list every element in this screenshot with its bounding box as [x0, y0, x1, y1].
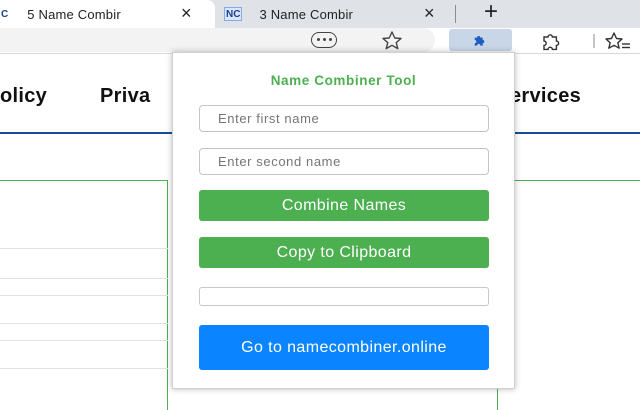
- star-icon[interactable]: [379, 30, 405, 50]
- table-row: [0, 295, 168, 296]
- extension-button[interactable]: [449, 29, 512, 51]
- tab-favicon: C: [1, 8, 9, 20]
- tab-active[interactable]: C 5 Name Combir ×: [0, 0, 215, 28]
- tab-favicon: NC: [224, 7, 243, 21]
- tab-divider: [455, 5, 456, 23]
- table-row: [0, 368, 168, 369]
- puzzle-icon[interactable]: [540, 31, 562, 51]
- favorites-icon[interactable]: [592, 30, 632, 52]
- second-name-input[interactable]: [199, 148, 489, 175]
- combine-names-button[interactable]: Combine Names: [199, 190, 489, 221]
- tab-title: 3 Name Combir: [259, 6, 354, 22]
- content-panel-right: [497, 180, 640, 410]
- table-row: [0, 340, 168, 341]
- tab-title: 5 Name Combir: [27, 6, 121, 22]
- browser-toolbar: [0, 28, 640, 54]
- new-tab-button[interactable]: +: [480, 0, 502, 25]
- first-name-input[interactable]: [199, 105, 489, 132]
- extension-popup: Name Combiner Tool Combine Names Copy to…: [172, 52, 515, 389]
- more-icon[interactable]: [311, 32, 337, 48]
- tab-inactive[interactable]: NC 3 Name Combir ×: [224, 0, 450, 28]
- nav-link-policy[interactable]: olicy: [0, 85, 47, 108]
- copy-to-clipboard-button[interactable]: Copy to Clipboard: [199, 237, 489, 268]
- table-row: [0, 278, 168, 279]
- popup-title: Name Combiner Tool: [270, 73, 417, 88]
- table-row: [0, 248, 168, 249]
- extension-icon: [474, 36, 485, 46]
- address-bar[interactable]: [0, 28, 435, 52]
- result-output: [199, 287, 489, 306]
- close-icon[interactable]: ×: [181, 4, 192, 22]
- table-row: [0, 323, 168, 324]
- go-to-website-button[interactable]: Go to namecombiner.online: [199, 325, 489, 370]
- close-icon[interactable]: ×: [424, 4, 435, 22]
- nav-link-services[interactable]: ervices: [510, 85, 581, 108]
- tab-strip: C 5 Name Combir × NC 3 Name Combir × +: [0, 0, 640, 28]
- nav-link-privacy[interactable]: Priva: [100, 85, 150, 108]
